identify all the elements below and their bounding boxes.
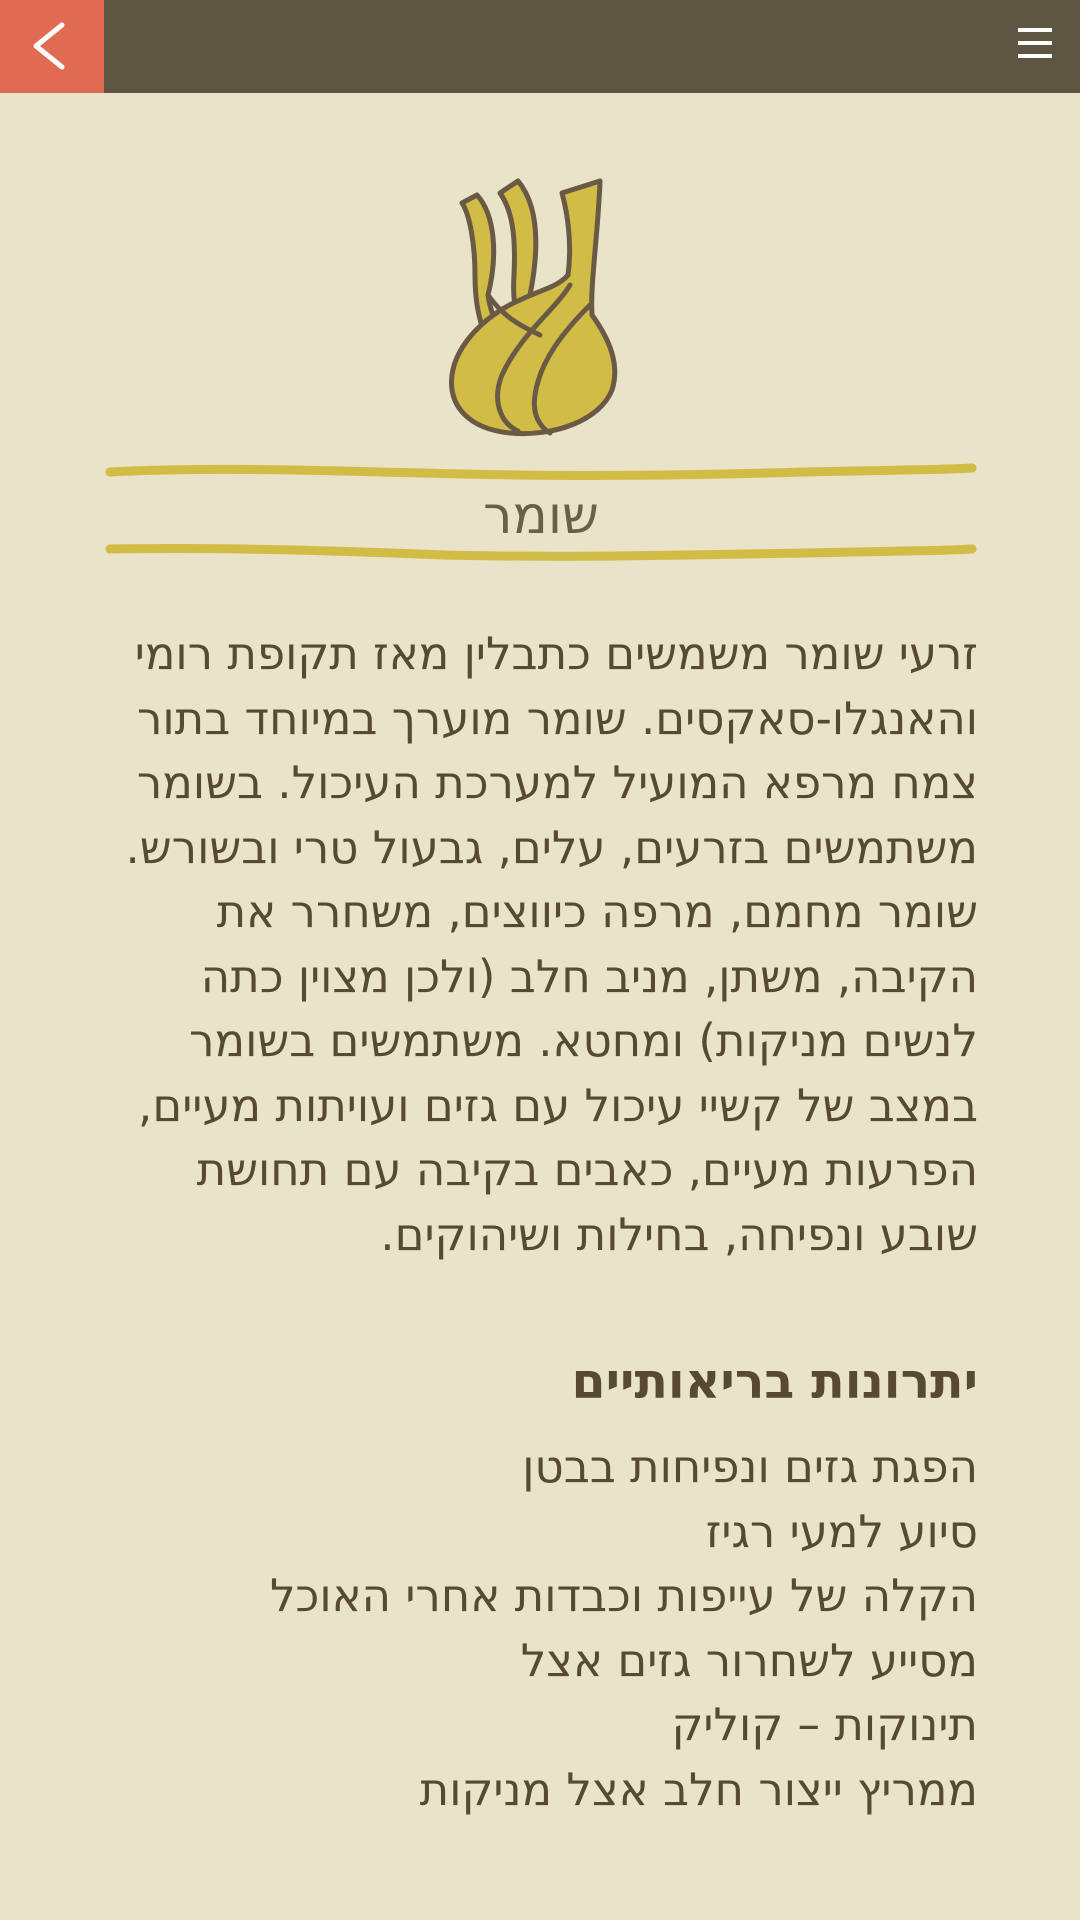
hamburger-menu-icon[interactable] [1016,25,1056,65]
herb-description: זרעי שומר משמשים כתבלין מאז תקופת רומי ו… [125,627,979,1261]
list-item: סיוע למעי רגיז [705,1504,978,1558]
list-item: ממריץ ייצור חלב אצל מניקות [419,1762,978,1816]
benefits-list: הפגת גזים ונפיחות בבטן סיוע למעי רגיז הק… [104,1435,978,1822]
list-item: הקלה של עייפות וכבדות אחרי האוכל [269,1569,978,1622]
list-item: תינוקות – קוליק [671,1698,978,1751]
top-app-bar [0,0,1080,93]
back-button[interactable] [0,0,104,93]
title-bottom-rule [105,543,977,561]
title-top-rule [105,463,977,480]
list-item: מסייע לשחרור גזים אצל [520,1633,978,1687]
fennel-bulb-icon [449,178,618,437]
list-item: הפגת גזים ונפיחות בבטן [522,1440,978,1493]
herb-title-band: שומר [104,462,978,562]
herb-content: זרעי שומר משמשים כתבלין מאז תקופת רומי ו… [104,622,979,1822]
benefits-heading: יתרונות בריאותיים [571,1353,978,1410]
chevron-left-icon [33,22,65,70]
page-title: שומר [483,486,599,546]
